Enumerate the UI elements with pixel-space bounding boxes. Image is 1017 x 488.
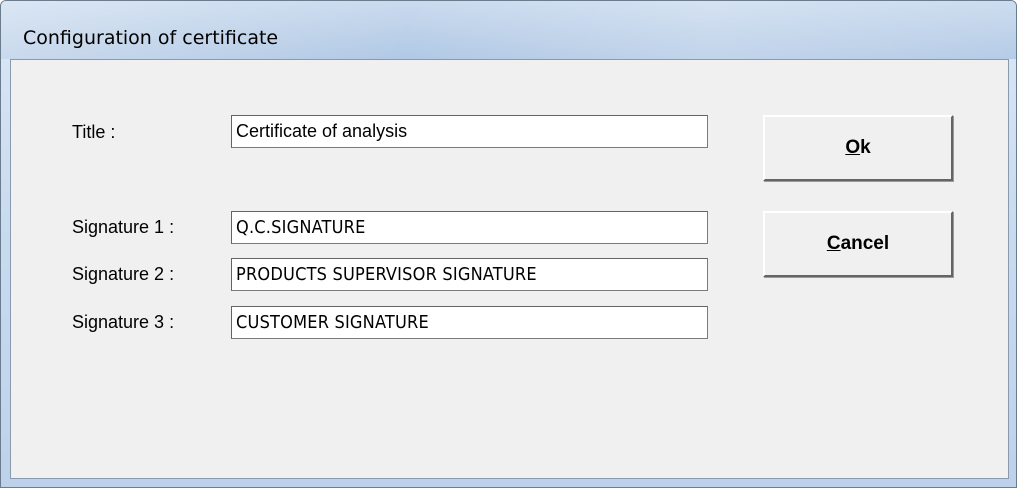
title-label: Title : [72,122,116,142]
signature3-label: Signature 3 : [72,312,175,332]
dialog-client-area: Title : Signature 1 : Signature 2 : Sign… [10,59,1009,479]
ok-mnemonic: O [845,137,861,158]
cancel-button[interactable]: Cancel [763,211,953,277]
ok-label-rest: k [860,137,871,158]
ok-button[interactable]: Ok [763,115,953,181]
title-input[interactable] [231,115,708,148]
signature3-input[interactable] [231,306,708,339]
cancel-label-rest: ancel [840,233,890,254]
signature2-input[interactable] [231,258,708,291]
title-bar[interactable]: Configuration of certificate [1,1,1016,59]
dialog-window: Configuration of certificate Title : Sig… [0,0,1017,488]
window-title: Configuration of certificate [23,27,279,49]
cancel-mnemonic: C [826,233,841,254]
signature2-label: Signature 2 : [72,264,175,284]
signature1-input[interactable] [231,211,708,244]
signature1-label: Signature 1 : [72,217,175,237]
